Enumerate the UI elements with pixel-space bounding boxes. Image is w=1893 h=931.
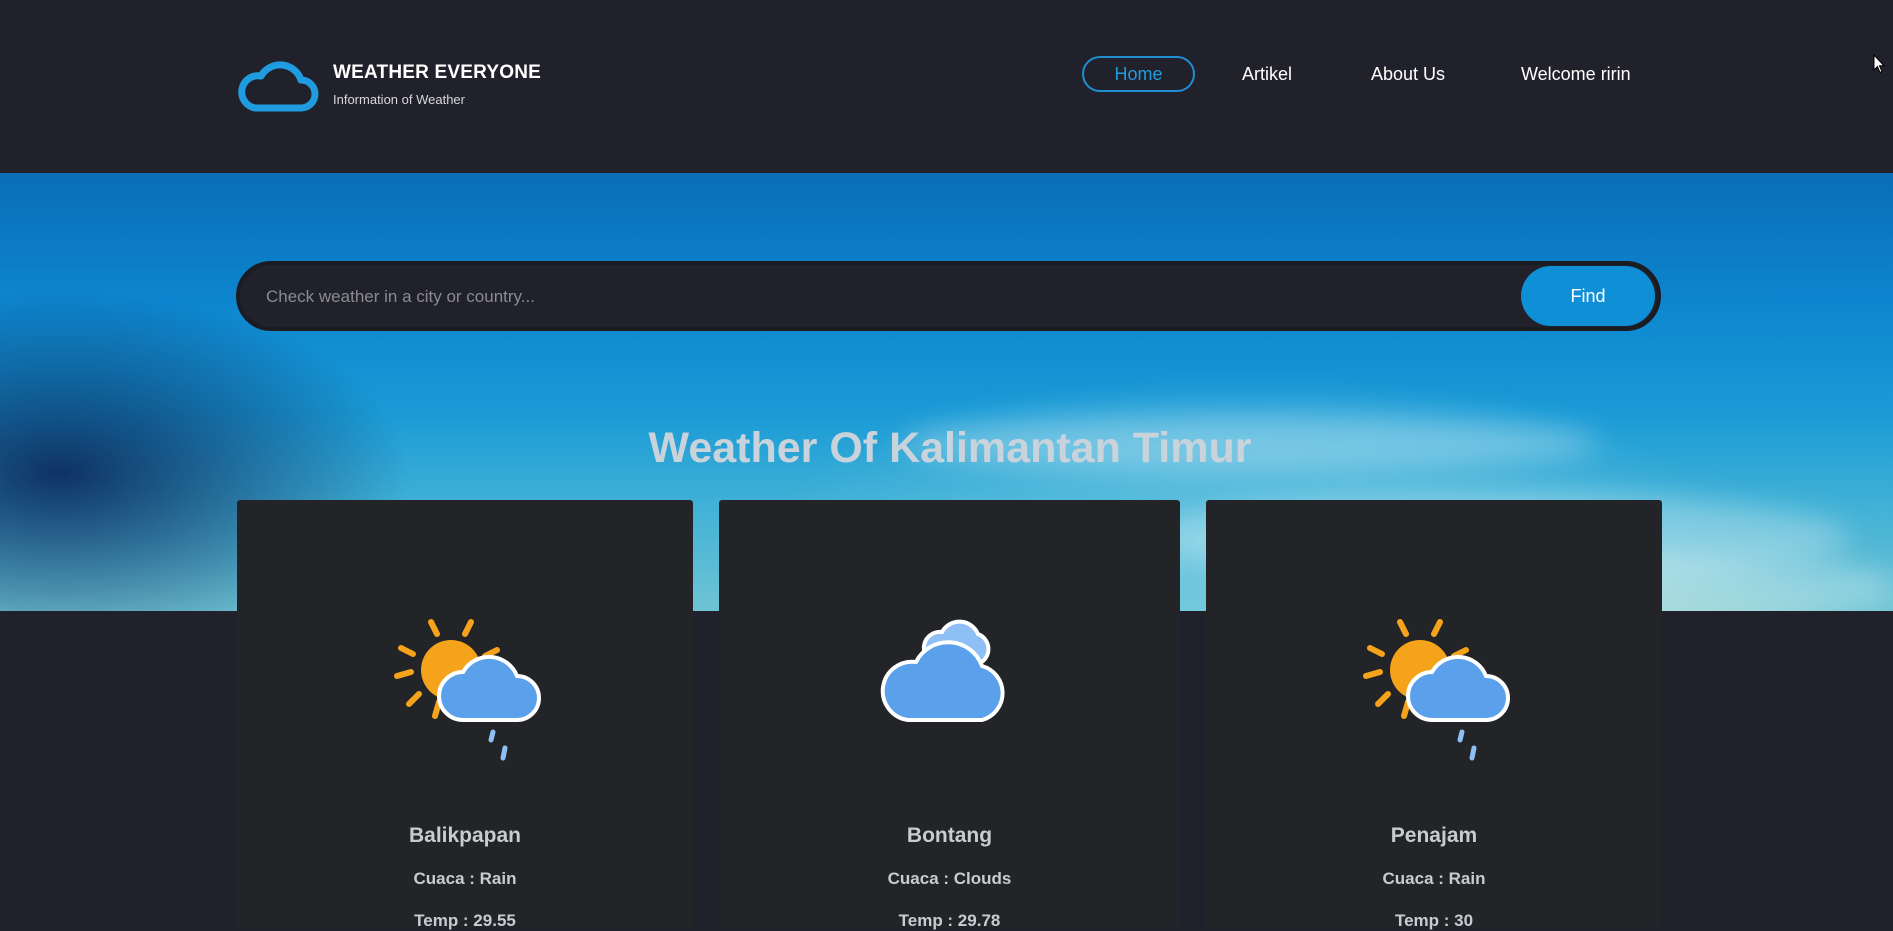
brand-title[interactable]: WEATHER EVERYONE	[333, 62, 541, 84]
card-city: Balikpapan	[408, 824, 522, 847]
nav-artikel[interactable]: Artikel	[1242, 64, 1292, 85]
card-temp: Temp : 29.78	[898, 911, 1001, 930]
card-city: Bontang	[906, 824, 993, 847]
nav-welcome-user[interactable]: Welcome ririn	[1521, 64, 1631, 85]
section-title: Weather Of Kalimantan Timur	[648, 424, 1252, 472]
clouds-icon	[880, 619, 1005, 722]
card-city: Penajam	[1390, 824, 1478, 847]
search-bar: Find	[236, 261, 1661, 331]
brand-subtitle: Information of Weather	[333, 92, 465, 107]
cloud-logo-icon[interactable]	[235, 58, 319, 114]
sun-cloud-rain-icon	[394, 619, 541, 761]
card-cuaca: Cuaca : Rain	[1382, 869, 1486, 888]
weather-card: Balikpapan Cuaca : Rain Temp : 29.55	[237, 500, 693, 930]
card-temp: Temp : 29.55	[414, 911, 516, 930]
find-button[interactable]: Find	[1521, 266, 1655, 326]
card-cuaca: Cuaca : Rain	[413, 869, 517, 888]
weather-card: Bontang Cuaca : Clouds Temp : 29.78	[719, 500, 1180, 930]
card-temp: Temp : 30	[1394, 911, 1474, 930]
nav-home[interactable]: Home	[1082, 56, 1195, 92]
search-input[interactable]	[264, 265, 1518, 329]
header: WEATHER EVERYONE Information of Weather …	[0, 0, 1893, 173]
sun-cloud-rain-icon	[1363, 619, 1510, 761]
mouse-cursor-icon	[1873, 54, 1885, 74]
card-cuaca: Cuaca : Clouds	[887, 869, 1012, 888]
nav-about-us[interactable]: About Us	[1371, 64, 1445, 85]
weather-card: Penajam Cuaca : Rain Temp : 30	[1206, 500, 1662, 930]
